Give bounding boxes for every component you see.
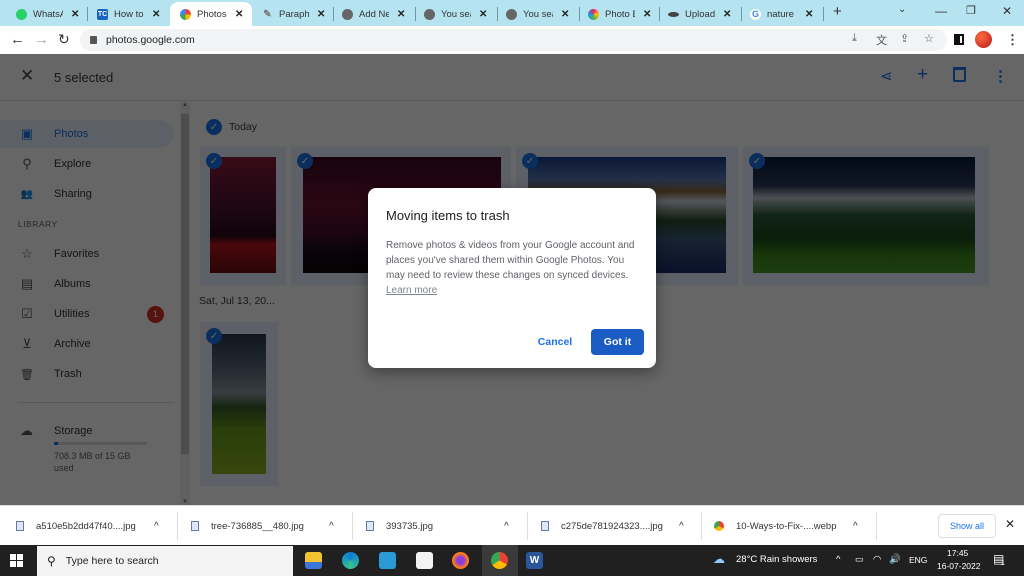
- share-page-icon[interactable]: ⇪: [900, 32, 909, 45]
- tab-nature[interactable]: G nature images ✕: [744, 2, 824, 26]
- back-icon[interactable]: ←: [10, 31, 25, 48]
- chevron-up-icon[interactable]: ^: [154, 521, 159, 532]
- close-tab-icon[interactable]: ✕: [723, 9, 731, 20]
- tab-whatsapp[interactable]: WhatsApp ✕: [8, 2, 88, 26]
- notification-count: 1: [1001, 560, 1005, 567]
- battery-icon[interactable]: ▭: [855, 554, 864, 565]
- close-tab-icon[interactable]: ✕: [235, 9, 243, 20]
- tab-add-new-post[interactable]: Add New Post ✕: [336, 2, 416, 26]
- download-item[interactable]: 393735.jpg ^: [366, 506, 509, 546]
- tab-you-searched-1[interactable]: You searched for ✕: [418, 2, 498, 26]
- tab-upload[interactable]: Upload Image ✕: [662, 2, 742, 26]
- close-tab-icon[interactable]: ✕: [561, 9, 569, 20]
- chevron-up-icon[interactable]: ^: [329, 521, 334, 532]
- windows-taskbar: ⚲ Type here to search W ☁ 28°C Rain show…: [0, 545, 1024, 576]
- close-tab-icon[interactable]: ✕: [71, 9, 79, 20]
- image-file-icon: [366, 521, 374, 531]
- whatsapp-icon: [16, 8, 27, 20]
- wordpress-icon: [342, 8, 353, 20]
- image-file-icon: [191, 521, 199, 531]
- wordpress-icon: [424, 8, 435, 20]
- tab-strip: WhatsApp ✕ TC How to Disable ✕ Photos - …: [0, 0, 1024, 26]
- tab-you-searched-2[interactable]: You searched for ✕: [500, 2, 580, 26]
- close-window-icon[interactable]: ✕: [1002, 4, 1012, 18]
- install-icon[interactable]: ⤓: [852, 32, 857, 45]
- search-icon: ⚲: [47, 554, 56, 568]
- forward-icon[interactable]: →: [34, 31, 49, 48]
- tab-how-to[interactable]: TC How to Disable ✕: [89, 2, 169, 26]
- close-tab-icon[interactable]: ✕: [643, 9, 651, 20]
- word-icon[interactable]: W: [526, 552, 543, 569]
- close-tab-icon[interactable]: ✕: [152, 9, 160, 20]
- minimize-icon[interactable]: —: [935, 4, 947, 18]
- store-icon[interactable]: [416, 552, 433, 569]
- weather-icon[interactable]: ☁: [713, 552, 725, 566]
- close-tab-icon[interactable]: ✕: [805, 9, 813, 20]
- side-panel-icon[interactable]: [954, 34, 964, 45]
- dialog-title: Moving items to trash: [386, 208, 510, 223]
- close-tab-icon[interactable]: ✕: [317, 9, 325, 20]
- profile-avatar[interactable]: [975, 31, 992, 48]
- google-photos-page: ✕ 5 selected ⋖ + ⋮ ▣ Photos ⚲ Explore 👥 …: [0, 54, 1024, 505]
- mail-icon[interactable]: [379, 552, 396, 569]
- address-bar: ← → ↻ photos.google.com ⤓ 文 ⇪ ☆ ⋮: [0, 26, 1024, 54]
- chevron-up-icon[interactable]: ^: [504, 521, 509, 532]
- reload-icon[interactable]: ↻: [58, 31, 70, 48]
- tab-photo-editor[interactable]: Photo Editor ✕: [582, 2, 660, 26]
- chrome-taskbar-active[interactable]: [482, 545, 518, 576]
- chevron-up-icon[interactable]: ^: [853, 521, 858, 532]
- show-all-downloads-button[interactable]: Show all: [938, 514, 996, 538]
- tc-icon: TC: [97, 8, 108, 20]
- cancel-button[interactable]: Cancel: [528, 329, 582, 355]
- got-it-button[interactable]: Got it: [591, 329, 644, 355]
- edge-icon[interactable]: [342, 552, 359, 569]
- clock-time[interactable]: 17:45: [947, 548, 968, 558]
- translate-icon[interactable]: 文: [876, 32, 887, 48]
- close-downloads-icon[interactable]: ✕: [1005, 517, 1015, 531]
- volume-icon[interactable]: 🔊: [889, 554, 901, 565]
- chrome-icon: [714, 521, 724, 531]
- taskbar-search-input[interactable]: ⚲ Type here to search: [37, 546, 293, 576]
- upload-icon: [668, 11, 679, 17]
- learn-more-link[interactable]: Learn more: [386, 285, 437, 296]
- google-icon: G: [750, 8, 761, 20]
- image-file-icon: [541, 521, 549, 531]
- download-item[interactable]: tree-736885__480.jpg ^: [191, 506, 334, 546]
- download-item[interactable]: 10-Ways-to-Fix-....webp ^: [714, 506, 858, 546]
- close-tab-icon[interactable]: ✕: [397, 9, 405, 20]
- download-item[interactable]: c275de781924323....jpg ^: [541, 506, 684, 546]
- url-input[interactable]: photos.google.com: [80, 29, 947, 51]
- language-indicator[interactable]: ENG: [909, 555, 927, 565]
- weather-text[interactable]: 28°C Rain showers: [736, 554, 817, 565]
- bookmark-star-icon[interactable]: ☆: [924, 32, 934, 45]
- chevron-up-icon[interactable]: ^: [679, 521, 684, 532]
- wordpress-icon: [506, 8, 517, 20]
- lock-icon: [90, 36, 97, 44]
- image-file-icon: [16, 521, 24, 531]
- dialog-body: Remove photos & videos from your Google …: [386, 240, 635, 296]
- wifi-icon[interactable]: ◠: [873, 554, 881, 565]
- downloads-bar: a510e5b2dd47f40....jpg ^ tree-736885__48…: [0, 505, 1024, 545]
- tab-search-icon[interactable]: ⌄: [898, 4, 906, 15]
- file-explorer-icon[interactable]: [305, 552, 322, 569]
- tab-paraphrasing[interactable]: ✎ Paraphrasing Tool ✕: [254, 2, 334, 26]
- firefox-icon[interactable]: [452, 552, 469, 569]
- google-photos-icon: [180, 8, 191, 20]
- quill-icon: ✎: [263, 8, 272, 20]
- clock-date[interactable]: 16-07-2022: [937, 561, 980, 571]
- restore-icon[interactable]: ❐: [966, 4, 976, 17]
- tab-photos[interactable]: Photos - Google Photos ✕: [170, 2, 252, 26]
- download-item[interactable]: a510e5b2dd47f40....jpg ^: [16, 506, 159, 546]
- photo-editor-icon: [588, 8, 599, 20]
- chrome-icon: [491, 552, 508, 569]
- show-hidden-icons[interactable]: ^: [836, 554, 840, 565]
- browser-menu-icon[interactable]: ⋮: [1006, 32, 1019, 48]
- close-tab-icon[interactable]: ✕: [479, 9, 487, 20]
- new-tab-button[interactable]: +: [833, 3, 842, 20]
- windows-start-icon[interactable]: [10, 554, 23, 567]
- trash-confirmation-dialog: Moving items to trash Remove photos & vi…: [368, 188, 656, 368]
